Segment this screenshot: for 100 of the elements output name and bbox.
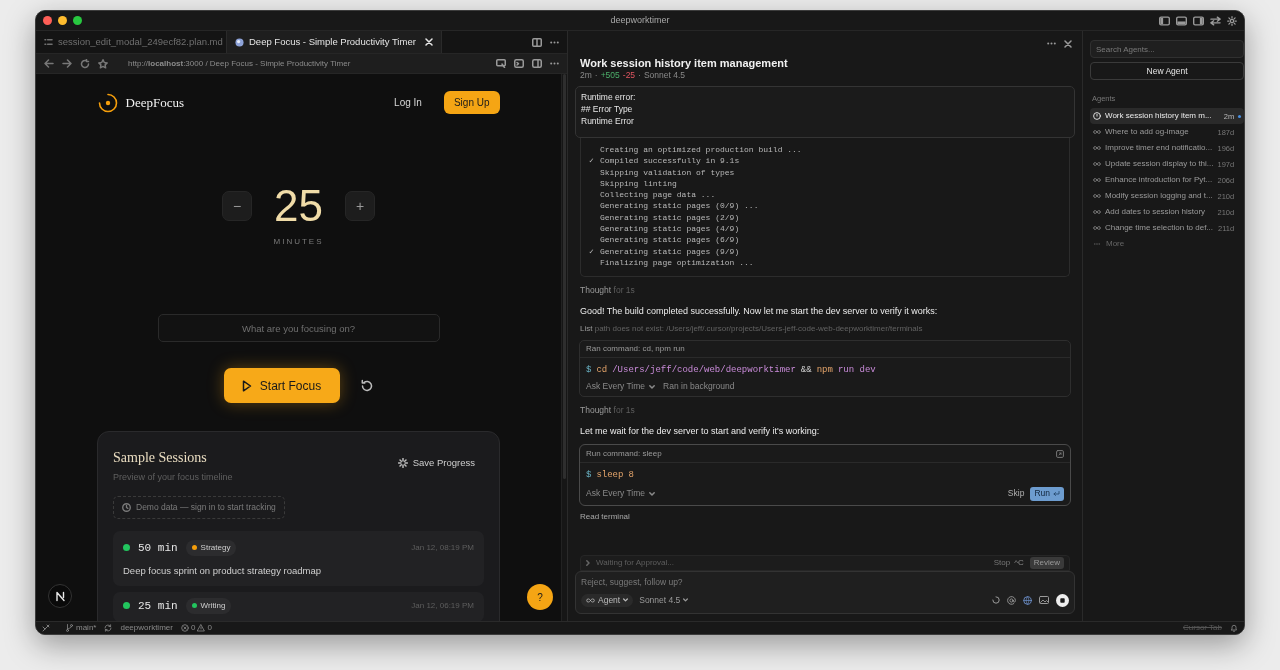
review-button[interactable]: Review [1029,557,1064,569]
card-subtitle: Preview of your focus timeline [113,471,233,484]
terminal-line: Generating static pages (2/9) [600,211,740,224]
chevron-down-icon [649,384,656,389]
spinner-icon [992,596,1000,605]
more-icon[interactable] [550,62,559,65]
thought-label[interactable]: Thought for 1s [575,403,1075,417]
stop-icon[interactable] [1056,593,1069,607]
minimize-window-icon[interactable] [58,16,67,25]
right-sidebar-icon[interactable] [1193,15,1204,26]
terminal-line: Creating an optimized production build ... [600,144,802,156]
timer-unit-label: MINUTES [273,236,324,248]
cursor-select-icon[interactable] [496,59,506,68]
nextjs-badge[interactable] [48,584,72,608]
error-line: Runtime Error [581,115,635,127]
maximize-window-icon[interactable] [73,16,82,25]
card-title: Sample Sessions [113,449,208,467]
scrollbar[interactable] [561,74,567,621]
panel-icon[interactable] [532,59,542,68]
chat-meta-text: 2m [580,70,592,81]
terminal-line: Skipping validation of types [600,166,735,178]
error-line: ## Error Type [581,103,634,115]
image-icon[interactable] [1039,596,1049,605]
composer-field[interactable]: Reject, suggest, follow up? Agent Sonnet 4.5 [575,571,1075,614]
remote-icon[interactable] [42,624,50,632]
reload-icon[interactable] [80,58,90,69]
terminal-line: Compiled successfully in 9.1s [600,155,740,167]
enter-key-icon [1053,490,1060,497]
star-icon[interactable] [98,58,108,69]
infinity-icon [1093,162,1101,167]
clock-icon [122,502,131,512]
check-mark: ✓ [589,245,595,257]
decrease-button[interactable]: − [222,191,252,221]
terminal-icon[interactable] [514,59,524,68]
terminal-line: Skipping linting [600,177,677,190]
increase-button[interactable]: + [344,191,375,221]
approval-dropdown[interactable]: Ask Every Time [586,487,656,500]
browser-tab[interactable]: Deep Focus - Simple Productivity Timer [226,31,442,53]
signup-button[interactable]: Sign Up [443,91,500,114]
category-tag: Writing [185,597,232,614]
globe-icon[interactable] [1023,595,1032,605]
project-name[interactable]: deepworktimer [120,622,173,634]
close-window-icon[interactable] [43,16,52,25]
close-icon[interactable] [1064,39,1072,48]
approval-status: Waiting for Approval... [596,557,674,569]
error-line: Runtime error: [581,91,637,103]
approval-dropdown[interactable]: Ask Every Time [586,380,656,394]
mode-dropdown[interactable]: Agent [581,593,634,607]
focus-input-field[interactable]: What are you focusing on? [157,314,440,342]
branch-indicator[interactable]: main* [66,622,97,634]
command-header: Run command: sleep [586,447,662,460]
forward-arrow-icon[interactable] [62,59,72,68]
swap-arrows-icon[interactable] [1210,15,1221,26]
split-view-icon[interactable] [532,37,542,47]
problems-indicator[interactable]: 0 0 [180,622,212,634]
new-agent-button[interactable]: New Agent [1090,62,1244,80]
model-dropdown[interactable]: Sonnet 4.5 [639,593,689,607]
clock-circle-icon [1093,112,1101,121]
left-sidebar-icon[interactable] [1159,15,1170,26]
globe-icon [235,37,244,47]
list-icon [44,38,53,46]
settings-icon[interactable] [1227,15,1237,26]
lines-added-count: +505 [600,70,620,81]
terminal-line: Generating static pages (4/9) [600,223,740,235]
lines-removed-count: -25 [622,70,636,81]
more-icon[interactable] [1047,42,1056,45]
infinity-icon [1093,146,1101,151]
mention-icon[interactable] [1007,595,1016,605]
chevron-down-icon [649,491,656,496]
start-focus-button[interactable]: Start Focus [223,368,340,403]
terminal-line: Generating static pages (6/9) [600,234,740,246]
bottom-panel-icon[interactable] [1176,15,1187,26]
chat-meta-text: Sonnet 4.5 [643,70,686,81]
chevron-down-icon [623,598,629,603]
skip-button[interactable]: Skip [1007,487,1025,500]
chevron-right-icon [586,560,590,566]
terminal-line: Generating static pages (9/9) [600,245,740,257]
infinity-icon [1093,130,1101,135]
reset-icon[interactable] [359,378,374,393]
expand-icon[interactable] [1056,449,1064,458]
stop-button[interactable]: Stop ^C [993,557,1024,569]
help-button[interactable]: ? [527,584,553,610]
infinity-icon [1093,226,1101,231]
chat-meta-text: · [638,70,641,81]
command-line: $ cd /Users/jeff/code/web/deepworktimer && npm run dev [585,364,877,378]
search-field[interactable]: Search Agents... [1090,40,1244,58]
run-button[interactable]: Run [1030,486,1064,501]
thought-label[interactable]: Thought for 1s [575,284,1075,297]
sync-icon[interactable] [104,624,113,632]
window-title: deepworktimer [610,13,670,27]
terminal-line: Collecting page data ... [600,189,716,201]
activity-note: Read terminal [579,510,631,523]
demo-data-notice: Demo data — sign in to start tracking [113,495,285,519]
save-progress-button[interactable]: Save Progress [397,456,475,471]
back-arrow-icon[interactable] [44,59,54,68]
chevron-down-icon [683,598,689,603]
login-link[interactable]: Log In [388,95,428,110]
command-line: $ sleep 8 [585,469,635,482]
assistant-message: Good! The build completed successfully. Now let me start the dev server to verify it works: [579,304,939,318]
more-icon[interactable] [550,40,559,44]
